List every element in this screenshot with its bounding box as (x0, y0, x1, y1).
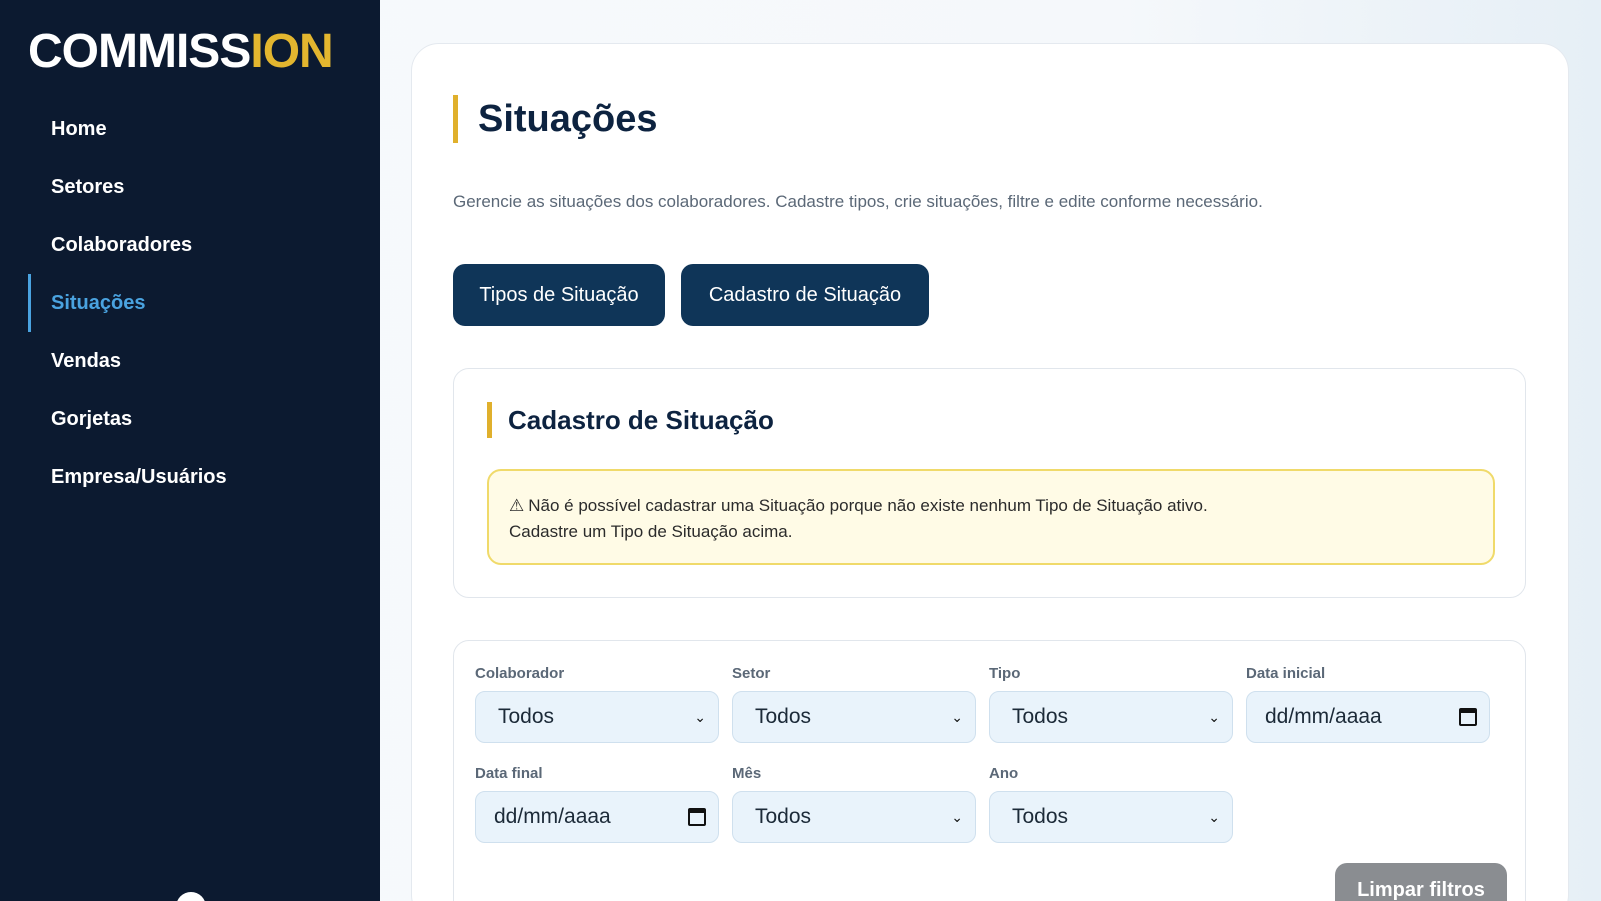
logo-text-white: COMMISS (28, 25, 251, 78)
mes-select[interactable]: Todos ⌄ (732, 791, 976, 843)
commission-logo[interactable]: COMMISSION (28, 24, 334, 80)
sidebar-item-label: Setores (51, 175, 125, 198)
filter-ano: Ano Todos ⌄ (989, 763, 1233, 843)
select-value: Todos (755, 705, 812, 728)
select-value: Todos (755, 805, 812, 828)
sidebar-item-colaboradores[interactable]: Colaboradores (28, 216, 368, 274)
logo-text-accent-2: ON (262, 25, 334, 78)
setor-select[interactable]: Todos ⌄ (732, 691, 976, 743)
select-value: Todos (498, 705, 555, 728)
filter-mes: Mês Todos ⌄ (732, 763, 976, 843)
sidebar-item-home[interactable]: Home (28, 100, 368, 158)
chevron-down-icon: ⌄ (951, 708, 963, 725)
chevron-down-icon: ⌄ (1208, 808, 1220, 825)
sidebar-item-gorjetas[interactable]: Gorjetas (28, 390, 368, 448)
filter-tipo: Tipo Todos ⌄ (989, 663, 1233, 743)
select-value: Todos (1012, 805, 1069, 828)
date-placeholder: dd/mm/aaaa (494, 805, 611, 828)
warning-icon: ⚠ (509, 496, 525, 515)
select-value: Todos (1012, 705, 1069, 728)
sidebar-nav: Home Setores Colaboradores Situações Ven… (28, 100, 368, 506)
tipos-de-situacao-button[interactable]: Tipos de Situação (453, 264, 665, 326)
ano-select[interactable]: Todos ⌄ (989, 791, 1233, 843)
filter-label: Colaborador (475, 665, 565, 682)
sidebar-item-label: Colaboradores (51, 233, 193, 256)
sidebar-item-vendas[interactable]: Vendas (28, 332, 368, 390)
warning-alert: ⚠ Não é possível cadastrar uma Situação p… (487, 469, 1495, 565)
filter-label: Setor (732, 665, 771, 682)
sidebar-item-situacoes[interactable]: Situações (28, 274, 368, 332)
cadastro-section: Cadastro de Situação ⚠ Não é possível cad… (453, 368, 1526, 598)
alert-text-1: Não é possível cadastrar uma Situação po… (528, 496, 1208, 515)
chevron-down-icon: ⌄ (1208, 708, 1220, 725)
tipo-select[interactable]: Todos ⌄ (989, 691, 1233, 743)
alert-line-1: ⚠ Não é possível cadastrar uma Situação p… (509, 493, 1473, 519)
calendar-icon[interactable] (688, 808, 706, 826)
colaborador-select[interactable]: Todos ⌄ (475, 691, 719, 743)
calendar-icon[interactable] (1459, 708, 1477, 726)
limpar-filtros-button[interactable]: Limpar filtros (1335, 863, 1507, 901)
date-placeholder: dd/mm/aaaa (1265, 705, 1382, 728)
filter-data-final: Data final dd/mm/aaaa (475, 763, 719, 843)
filter-data-inicial: Data inicial dd/mm/aaaa (1246, 663, 1490, 743)
sidebar-item-label: Gorjetas (51, 407, 133, 430)
filter-label: Tipo (989, 665, 1021, 682)
chevron-down-icon: ⌄ (694, 708, 706, 725)
chevron-down-icon: ⌄ (951, 808, 963, 825)
section-title: Cadastro de Situação (487, 402, 774, 438)
filter-label: Data inicial (1246, 665, 1326, 682)
sidebar-item-label: Vendas (51, 349, 122, 372)
sidebar-item-setores[interactable]: Setores (28, 158, 368, 216)
cadastro-de-situacao-button[interactable]: Cadastro de Situação (681, 264, 929, 326)
logo-text-accent: I (250, 25, 263, 78)
filters-panel: Colaborador Todos ⌄ Setor Todos ⌄ Tipo T… (453, 640, 1526, 901)
alert-text-2: Cadastre um Tipo de Situação acima. (509, 522, 793, 541)
data-final-input[interactable]: dd/mm/aaaa (475, 791, 719, 843)
page-title: Situações (453, 95, 658, 143)
sidebar: COMMISSION Home Setores Colaboradores Si… (0, 0, 380, 901)
filter-label: Ano (989, 765, 1019, 782)
data-inicial-input[interactable]: dd/mm/aaaa (1246, 691, 1490, 743)
sidebar-item-empresa-usuarios[interactable]: Empresa/Usuários (28, 448, 368, 506)
page-subtitle: Gerencie as situações dos colaboradores.… (453, 192, 1263, 211)
filter-label: Mês (732, 765, 762, 782)
sidebar-item-label: Empresa/Usuários (51, 465, 227, 488)
sidebar-user-icon[interactable] (176, 892, 206, 901)
filter-label: Data final (475, 765, 543, 782)
filter-setor: Setor Todos ⌄ (732, 663, 976, 743)
filter-colaborador: Colaborador Todos ⌄ (475, 663, 719, 743)
sidebar-item-label: Situações (51, 291, 146, 314)
sidebar-item-label: Home (51, 117, 107, 140)
